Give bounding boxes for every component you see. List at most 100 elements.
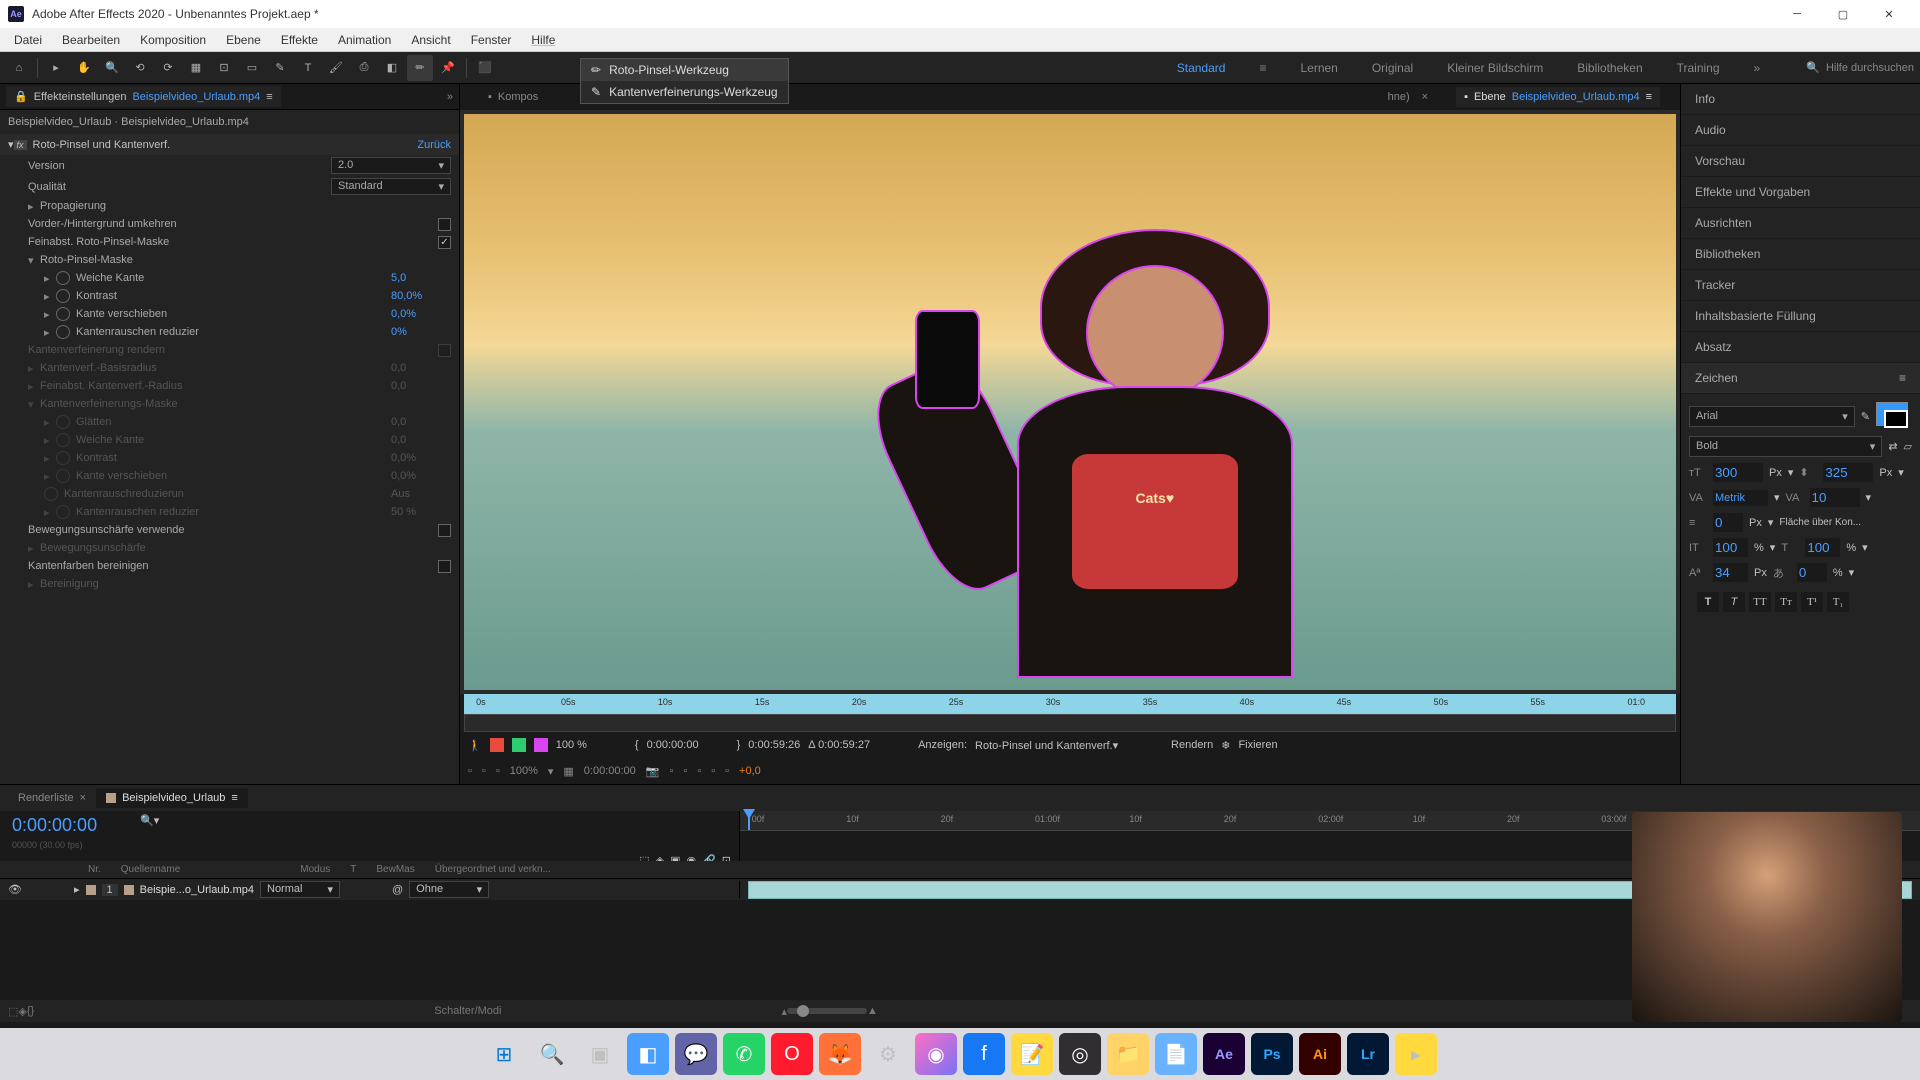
layer-color-swatch[interactable] — [86, 885, 96, 895]
panel-vorschau[interactable]: Vorschau — [1681, 146, 1920, 177]
facebook[interactable]: f — [963, 1033, 1005, 1075]
timeline-zoom-slider[interactable] — [787, 1008, 867, 1014]
prop-version-dropdown[interactable]: 2.0▾ — [331, 157, 451, 174]
panel-info[interactable]: Info — [1681, 84, 1920, 115]
blend-mode-dropdown[interactable]: Normal▾ — [260, 881, 340, 898]
layer-viewer-tab[interactable]: ▪ Ebene Beispielvideo_Urlaub.mp4 ≡ — [1456, 87, 1660, 107]
parent-dropdown[interactable]: Ohne▾ — [409, 881, 489, 898]
tsume-input[interactable] — [1797, 563, 1827, 582]
home-tool[interactable]: ⌂ — [6, 55, 32, 81]
effect-header[interactable]: ▾ fx Roto-Pinsel und Kantenverf. Zurück — [0, 134, 459, 155]
prop-propagation[interactable]: Propagierung — [40, 200, 451, 212]
effect-controls-tab[interactable]: 🔒 Effekteinstellungen Beispielvideo_Urla… — [6, 86, 281, 107]
obs[interactable]: ◎ — [1059, 1033, 1101, 1075]
col-nr[interactable]: Nr. — [88, 864, 101, 875]
comp-timeline-tab[interactable]: Beispielvideo_Urlaub≡ — [96, 788, 248, 808]
fix-label[interactable]: Fixieren — [1238, 739, 1277, 751]
prop-quality-dropdown[interactable]: Standard▾ — [331, 178, 451, 195]
app-unknown-2[interactable]: ▸ — [1395, 1033, 1437, 1075]
comp-viewer-tab[interactable]: ▪ Kompos — [480, 87, 546, 107]
render-queue-tab[interactable]: Renderliste× — [8, 788, 96, 808]
leading-input[interactable] — [1823, 463, 1873, 482]
photoshop[interactable]: Ps — [1251, 1033, 1293, 1075]
eraser-tool[interactable]: ◧ — [379, 55, 405, 81]
panel-effekte[interactable]: Effekte und Vorgaben — [1681, 177, 1920, 208]
stopwatch-icon[interactable] — [56, 325, 70, 339]
zoom-tool[interactable]: 🔍 — [99, 55, 125, 81]
workspace-training[interactable]: Training — [1669, 57, 1728, 79]
stroke-width-input[interactable] — [1713, 513, 1743, 532]
roto-scrub-bar[interactable] — [464, 714, 1676, 732]
font-size-input[interactable] — [1713, 463, 1763, 482]
workspace-menu-icon[interactable]: ≡ — [1251, 57, 1274, 79]
firefox[interactable]: 🦊 — [819, 1033, 861, 1075]
hand-tool[interactable]: ✋ — [71, 55, 97, 81]
rect-tool[interactable]: ▭ — [239, 55, 265, 81]
zoom-value[interactable]: 100% — [510, 765, 538, 777]
text-tool[interactable]: T — [295, 55, 321, 81]
grid-icon[interactable]: ▦ — [563, 765, 573, 778]
rotate-tool[interactable]: ⟳ — [155, 55, 181, 81]
prop-noise-value[interactable]: 0% — [391, 326, 451, 338]
prop-shift-value[interactable]: 0,0% — [391, 308, 451, 320]
switches-modes-toggle[interactable]: Schalter/Modi — [434, 1005, 501, 1017]
stopwatch-icon[interactable] — [56, 307, 70, 321]
stopwatch-icon[interactable] — [56, 289, 70, 303]
icon-b[interactable]: ▫ — [683, 765, 687, 777]
exposure-value[interactable]: +0,0 — [739, 765, 761, 777]
alpha-icon[interactable]: ▫ — [496, 765, 500, 777]
puppet-tool[interactable]: 📌 — [435, 55, 461, 81]
pen-tool[interactable]: ✎ — [267, 55, 293, 81]
no-color-icon[interactable]: ▱ — [1904, 440, 1912, 453]
playhead[interactable] — [748, 811, 750, 830]
prop-finetune-checkbox[interactable] — [438, 236, 451, 249]
stroke-color-swatch[interactable] — [1884, 410, 1908, 428]
menu-fenster[interactable]: Fenster — [461, 29, 522, 51]
selection-tool[interactable]: ▸ — [43, 55, 69, 81]
show-dropdown[interactable]: Roto-Pinsel und Kantenverf.▾ — [975, 739, 1155, 752]
twirl-icon[interactable]: ▸ — [74, 883, 80, 896]
widgets[interactable]: ◧ — [627, 1033, 669, 1075]
tool-options[interactable]: ⬛ — [472, 55, 498, 81]
timeline-search[interactable]: 🔍▾ — [140, 814, 159, 827]
workspace-original[interactable]: Original — [1364, 57, 1421, 79]
person-icon[interactable]: 🚶 — [468, 739, 482, 752]
viewer-canvas[interactable]: Cats♥ — [460, 110, 1680, 694]
snapshot-icon[interactable]: 📷 — [646, 765, 660, 778]
prop-clean-checkbox[interactable] — [438, 560, 451, 573]
col-parent[interactable]: Übergeordnet und verkn... — [435, 864, 551, 875]
workspace-overflow[interactable]: » — [1746, 57, 1769, 79]
minimize-button[interactable]: ─ — [1774, 0, 1820, 28]
icon-d[interactable]: ▫ — [711, 765, 715, 777]
icon-c[interactable]: ▫ — [697, 765, 701, 777]
menu-hilfe[interactable]: Hilfe — [521, 29, 565, 51]
bg-swatch[interactable] — [512, 738, 526, 752]
start-button[interactable]: ⊞ — [483, 1033, 525, 1075]
icon-e[interactable]: ▫ — [725, 765, 729, 777]
tl-footer-icon-1[interactable]: ⬚ — [8, 1005, 18, 1018]
superscript-button[interactable]: T¹ — [1801, 592, 1823, 612]
panel-absatz[interactable]: Absatz — [1681, 332, 1920, 363]
orbit-tool[interactable]: ⟲ — [127, 55, 153, 81]
camera-tool[interactable]: ▦ — [183, 55, 209, 81]
parent-pickwhip[interactable]: @ — [392, 884, 403, 896]
messenger[interactable]: ◉ — [915, 1033, 957, 1075]
after-effects[interactable]: Ae — [1203, 1033, 1245, 1075]
zoom-in-icon[interactable]: ▲ — [867, 1005, 878, 1017]
workspace-bibliotheken[interactable]: Bibliotheken — [1569, 57, 1650, 79]
workspace-lernen[interactable]: Lernen — [1292, 57, 1345, 79]
file-explorer[interactable]: 📁 — [1107, 1033, 1149, 1075]
panel-overflow[interactable]: » — [447, 91, 453, 103]
prop-mask-header[interactable]: Roto-Pinsel-Maske — [40, 254, 451, 266]
prop-motionblur-checkbox[interactable] — [438, 524, 451, 537]
menu-bearbeiten[interactable]: Bearbeiten — [52, 29, 130, 51]
effect-reset-link[interactable]: Zurück — [417, 139, 451, 151]
stopwatch-icon[interactable] — [56, 271, 70, 285]
roto-brush-tool-item[interactable]: ✏ Roto-Pinsel-Werkzeug — [581, 59, 788, 81]
col-name[interactable]: Quellenname — [121, 864, 180, 875]
outline-swatch[interactable] — [534, 738, 548, 752]
brush-tool[interactable]: 🖌 — [323, 55, 349, 81]
current-timecode[interactable]: 0:00:00:00 — [0, 811, 739, 840]
panel-ausrichten[interactable]: Ausrichten — [1681, 208, 1920, 239]
workspace-standard[interactable]: Standard — [1169, 57, 1234, 79]
